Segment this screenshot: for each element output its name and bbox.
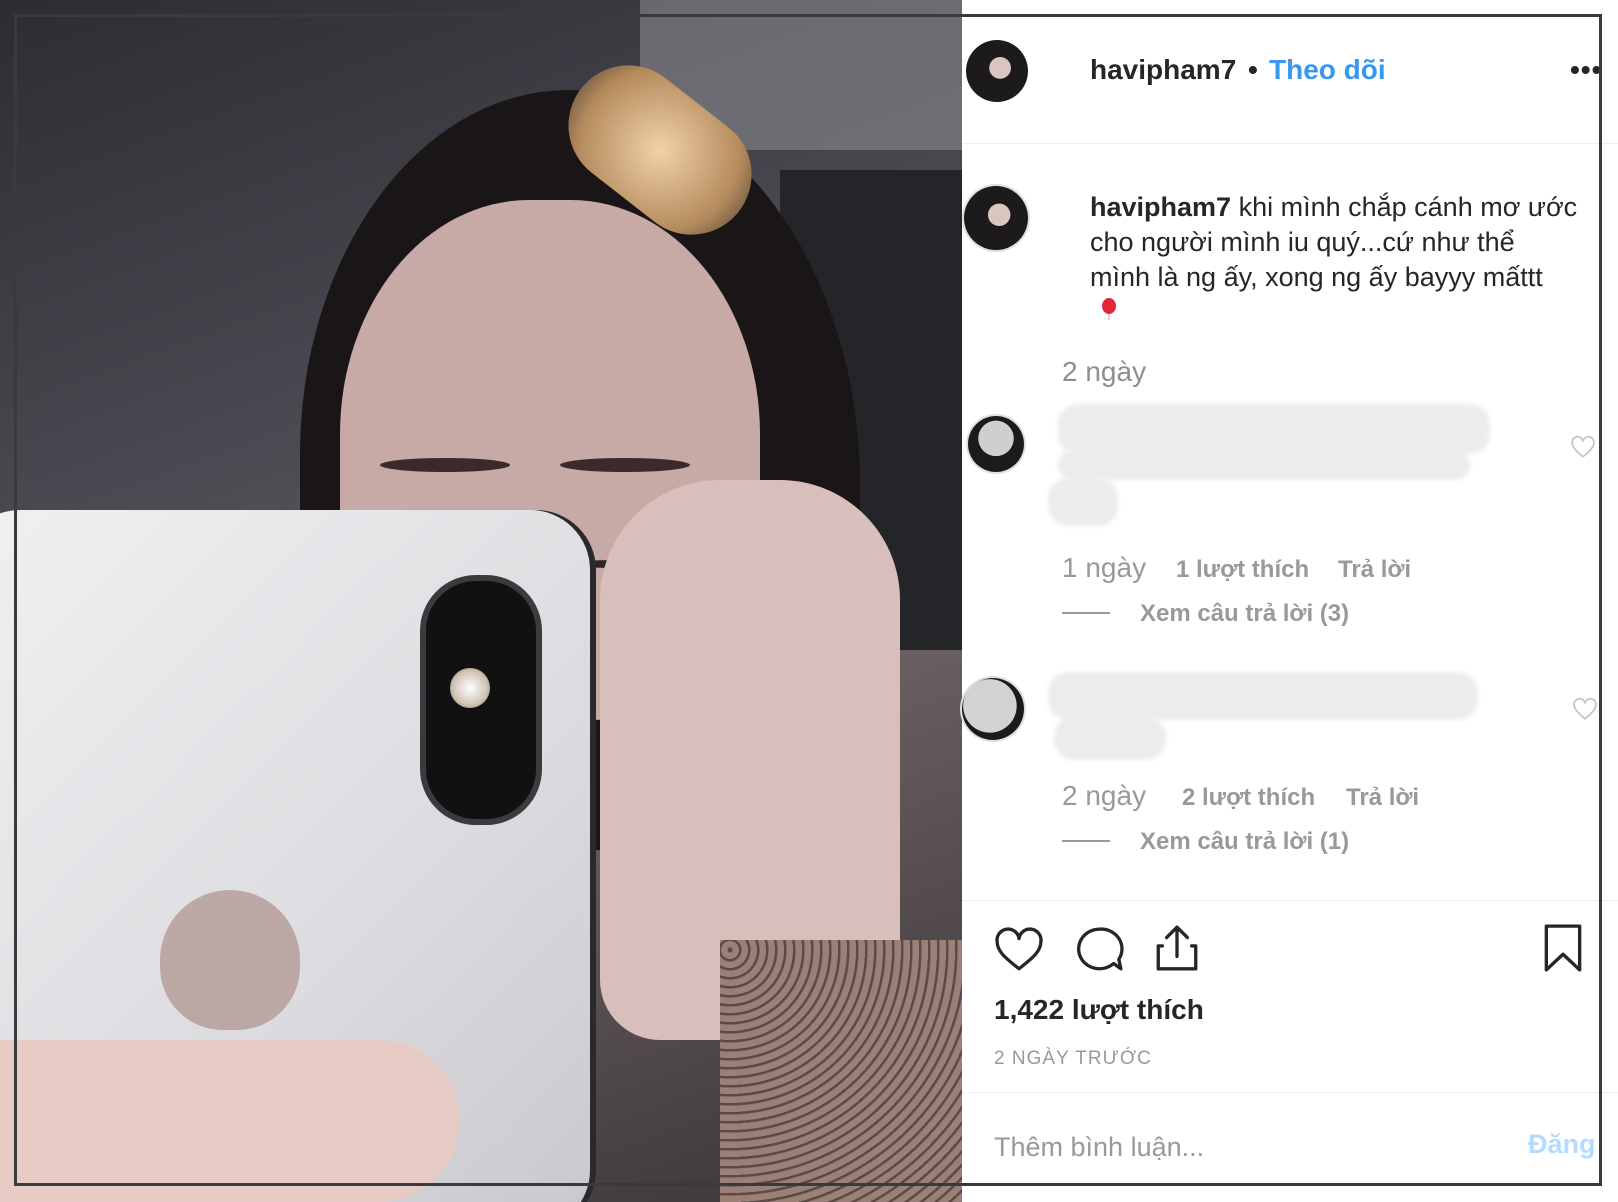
follow-button[interactable]: Theo dõi (1269, 54, 1386, 86)
like-icon[interactable] (994, 925, 1044, 975)
comment-avatar[interactable] (962, 678, 1024, 740)
comment-form: Đăng (962, 1092, 1618, 1202)
reply-button[interactable]: Trả lời (1338, 556, 1411, 584)
view-replies-button[interactable]: Xem câu trả lời (3) (1140, 600, 1349, 628)
apple-logo (160, 890, 300, 1030)
right-brow (560, 458, 690, 472)
comment-likes[interactable]: 2 lượt thích (1182, 784, 1315, 812)
comment-time: 2 ngày (1062, 780, 1147, 811)
blurred-comment-text (1054, 716, 1166, 760)
comment-input[interactable] (994, 1125, 1474, 1169)
blurred-comment-text (1058, 450, 1470, 480)
comment-likes[interactable]: 1 lượt thích (1176, 556, 1309, 584)
post-header: havipham7 • Theo dõi ••• (962, 0, 1618, 144)
left-brow (380, 458, 510, 472)
post-date[interactable]: 2 NGÀY TRƯỚC (994, 1048, 1152, 1070)
bookmark-icon[interactable] (1538, 923, 1588, 973)
separator-dot: • (1248, 54, 1258, 85)
avatar[interactable] (966, 40, 1028, 102)
lace-sleeve (720, 940, 962, 1202)
comment-time: 1 ngày (1062, 552, 1147, 583)
caption-line-3: mình là ng ấy, xong ng ấy bayyy mấttt (1090, 262, 1543, 292)
balloon-icon (1102, 298, 1116, 320)
caption-username[interactable]: havipham7 (1090, 192, 1231, 222)
reply-divider (1062, 612, 1110, 614)
reply-divider (1062, 840, 1110, 842)
reply-button[interactable]: Trả lời (1346, 784, 1419, 812)
blurred-comment-text (1058, 404, 1490, 454)
caption-line1-text: khi mình chắp cánh mơ ước (1231, 192, 1578, 222)
caption-text: havipham7 khi mình chắp cánh mơ ước cho … (1090, 190, 1618, 295)
post-photo[interactable] (0, 0, 962, 1202)
comment-icon[interactable] (1074, 925, 1124, 975)
caption-line-2: cho người mình iu quý...cứ như thể (1090, 227, 1515, 257)
more-options-icon[interactable]: ••• (1570, 54, 1602, 86)
caption-avatar[interactable] (964, 186, 1028, 250)
caption-line-1: havipham7 khi mình chắp cánh mơ ước (1090, 190, 1618, 225)
comment-avatar[interactable] (968, 416, 1024, 472)
thumb (0, 1040, 460, 1202)
blurred-comment-text (1048, 478, 1118, 526)
post-comment-button[interactable]: Đăng (1528, 1129, 1596, 1160)
blurred-comment-text (1048, 672, 1478, 720)
header-username[interactable]: havipham7 (1090, 54, 1236, 86)
comment-like-icon[interactable] (1572, 696, 1598, 722)
share-icon[interactable] (1152, 923, 1202, 973)
like-count[interactable]: 1,422 lượt thích (994, 994, 1204, 1026)
view-replies-button[interactable]: Xem câu trả lời (1) (1140, 828, 1349, 856)
caption-age: 2 ngày (1062, 356, 1147, 387)
comment-like-icon[interactable] (1570, 434, 1596, 460)
post-side-panel: havipham7 • Theo dõi ••• havipham7 khi m… (962, 0, 1618, 1202)
camera-flash (450, 668, 490, 708)
